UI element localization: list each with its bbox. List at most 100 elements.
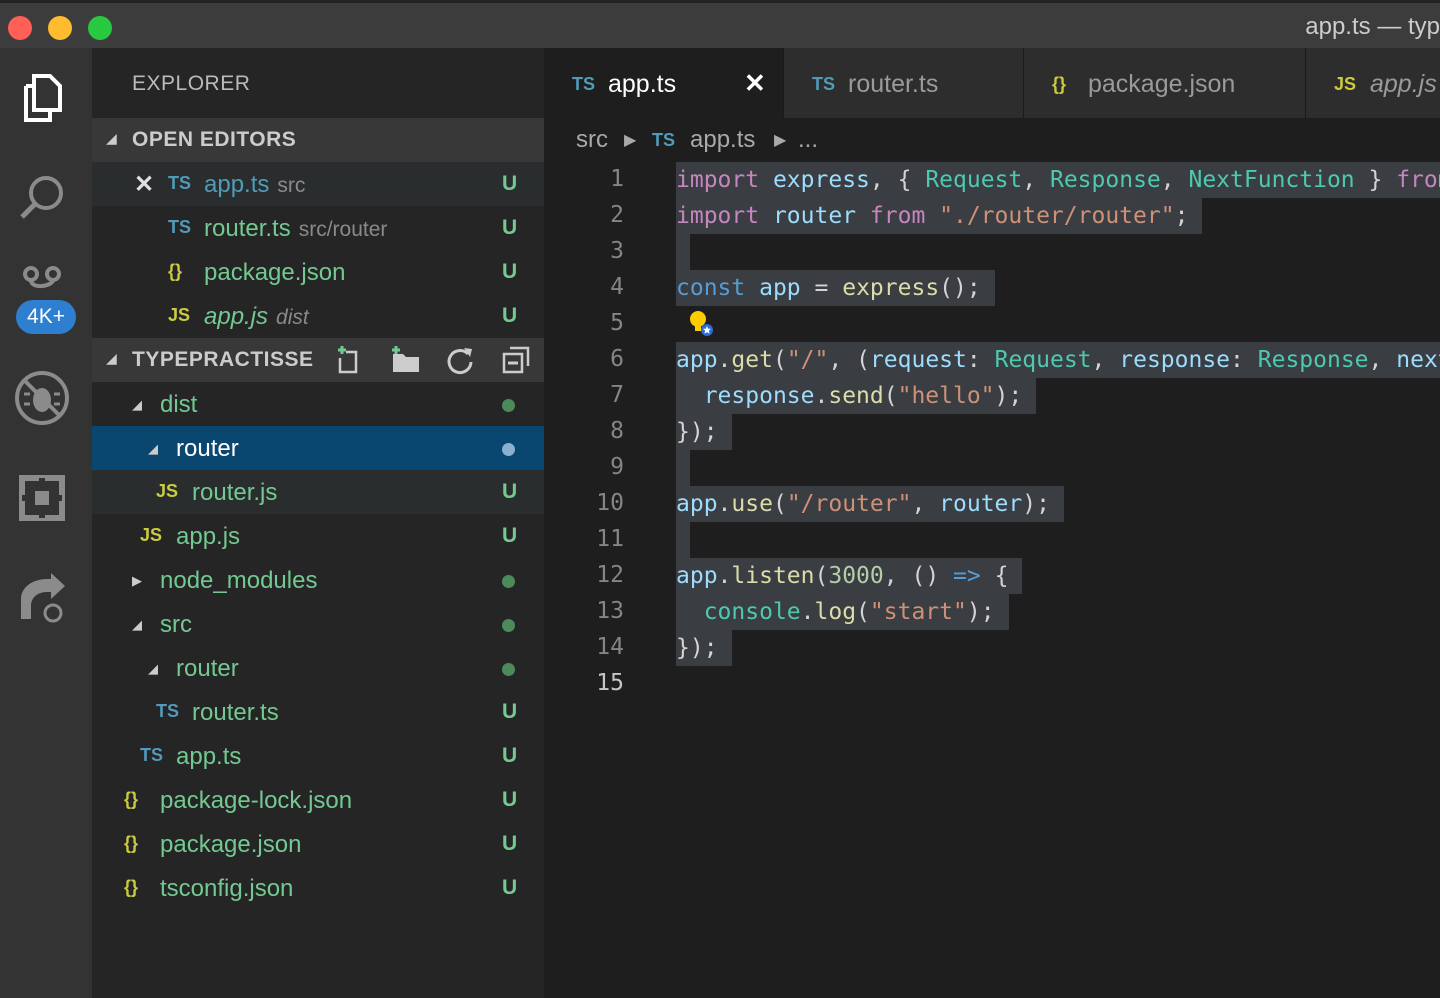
explorer-icon[interactable] (14, 70, 70, 126)
json-file-icon: {} (1052, 74, 1067, 94)
code-line: }); (676, 630, 732, 666)
collapse-all-icon[interactable] (500, 344, 532, 376)
breadcrumb-more[interactable]: ... (798, 126, 818, 154)
open-editor-name: router.ts (204, 215, 291, 242)
javascript-file-icon: JS (140, 525, 163, 545)
live-share-icon[interactable] (14, 570, 70, 626)
javascript-file-icon: JS (1334, 74, 1357, 94)
project-folder-label: TYPEPRACTISSE (132, 348, 314, 371)
window-title: app.ts — typ (1305, 13, 1440, 40)
code-line: app.get("/", (request: Request, response… (676, 342, 1440, 378)
git-status-untracked: U (502, 480, 518, 503)
open-editor-path: src (277, 174, 306, 197)
sidebar-title: EXPLORER (132, 72, 251, 95)
debug-icon[interactable] (14, 370, 70, 426)
close-tab-icon[interactable]: ✕ (744, 68, 766, 99)
tree-item-label: router (176, 435, 239, 462)
git-status-untracked: U (502, 216, 518, 239)
tab-label: app.js (1370, 70, 1437, 98)
javascript-file-icon: JS (168, 305, 191, 325)
open-editors-label: OPEN EDITORS (132, 128, 297, 151)
line-number: 7 (610, 382, 624, 408)
lightbulb-icon[interactable] (686, 308, 716, 338)
tree-file-tsconfig-json[interactable]: {} tsconfig.json U (92, 866, 544, 910)
tree-file-router-js[interactable]: JS router.js U (92, 470, 544, 514)
tree-item-label: src (160, 611, 192, 638)
tree-file-package-json[interactable]: {} package.json U (92, 822, 544, 866)
open-editor-name: app.ts (204, 171, 270, 198)
tree-item-label: package.json (160, 831, 302, 858)
tree-file-app-ts[interactable]: TS app.ts U (92, 734, 544, 778)
line-number: 10 (596, 490, 624, 516)
git-status-untracked: U (502, 876, 518, 899)
json-file-icon: {} (124, 833, 139, 853)
line-number: 14 (596, 634, 624, 660)
chevron-down-icon: ◢ (148, 441, 158, 456)
tree-item-label: router.js (192, 479, 278, 506)
tree-item-label: dist (160, 391, 198, 418)
line-number: 2 (610, 202, 624, 228)
tab-label: app.ts (608, 70, 677, 98)
typescript-file-icon: TS (812, 74, 836, 94)
code-line: }); (676, 414, 732, 450)
tree-item-label: app.ts (176, 743, 242, 770)
code-line: response.send("hello"); (676, 378, 1037, 414)
tree-folder-src-router[interactable]: ◢ router (92, 646, 544, 690)
git-status-untracked: U (502, 304, 518, 327)
tree-file-app-js[interactable]: JS app.js U (92, 514, 544, 558)
project-folder-header[interactable]: ◢ TYPEPRACTISSE (92, 338, 544, 382)
tree-folder-src[interactable]: ◢ src (92, 602, 544, 646)
line-number: 1 (610, 166, 624, 192)
close-icon[interactable]: ✕ (134, 170, 154, 199)
chevron-down-icon: ◢ (148, 661, 158, 676)
git-status-untracked: U (502, 700, 518, 723)
chevron-right-icon: ▶ (132, 573, 142, 588)
git-modified-dot (502, 619, 515, 632)
tab-package-json[interactable]: {} package.json (1024, 48, 1306, 118)
git-status-untracked: U (502, 172, 518, 195)
activity-bar: 4K+ (0, 48, 92, 998)
tab-label: router.ts (848, 70, 939, 98)
line-number: 9 (610, 454, 624, 480)
code-editor[interactable]: 1 2 3 4 5 6 7 8 9 10 11 12 13 14 15 impo… (544, 160, 1440, 998)
line-number: 13 (596, 598, 624, 624)
search-icon[interactable] (14, 170, 70, 226)
code-line: console.log("start"); (676, 594, 1009, 630)
chevron-down-icon: ◢ (106, 350, 117, 366)
code-line: import router from "./router/router"; (676, 198, 1203, 234)
open-editor-item[interactable]: {} package.json U (92, 250, 544, 294)
typescript-file-icon: TS (652, 130, 676, 150)
git-modified-dot (502, 443, 515, 456)
open-editors-header[interactable]: ◢ OPEN EDITORS (92, 118, 544, 162)
line-number: 3 (610, 238, 624, 264)
zoom-window-button[interactable] (88, 16, 112, 40)
breadcrumb-file[interactable]: app.ts (690, 126, 755, 154)
tree-folder-router[interactable]: ◢ router (92, 426, 544, 470)
tree-folder-node-modules[interactable]: ▶ node_modules (92, 558, 544, 602)
tab-app-js[interactable]: JS app.js (1306, 48, 1440, 118)
open-editor-item[interactable]: TS router.ts src/router U (92, 206, 544, 250)
tree-item-label: node_modules (160, 567, 318, 594)
json-file-icon: {} (124, 877, 139, 897)
open-editor-item[interactable]: JS app.js dist U (92, 294, 544, 338)
open-editor-item[interactable]: ✕ TS app.ts src U (92, 162, 544, 206)
minimize-window-button[interactable] (48, 16, 72, 40)
json-file-icon: {} (124, 789, 139, 809)
refresh-icon[interactable] (444, 344, 476, 376)
chevron-down-icon: ◢ (132, 617, 142, 632)
code-line: app.listen(3000, () => { (676, 558, 1023, 594)
new-folder-icon[interactable] (390, 344, 422, 376)
open-editor-name: app.js (204, 303, 269, 330)
git-modified-dot (502, 399, 515, 412)
breadcrumb-folder[interactable]: src (576, 126, 608, 154)
tab-app-ts[interactable]: TS app.ts ✕ (544, 48, 784, 118)
tree-folder-dist[interactable]: ◢ dist (92, 382, 544, 426)
close-window-button[interactable] (8, 16, 32, 40)
tab-router-ts[interactable]: TS router.ts (784, 48, 1024, 118)
tree-file-package-lock-json[interactable]: {} package-lock.json U (92, 778, 544, 822)
new-file-icon[interactable] (334, 344, 366, 376)
open-editor-path: dist (276, 306, 309, 329)
tree-file-router-ts[interactable]: TS router.ts U (92, 690, 544, 734)
extensions-icon[interactable] (14, 470, 70, 526)
tree-item-label: router (176, 655, 239, 682)
